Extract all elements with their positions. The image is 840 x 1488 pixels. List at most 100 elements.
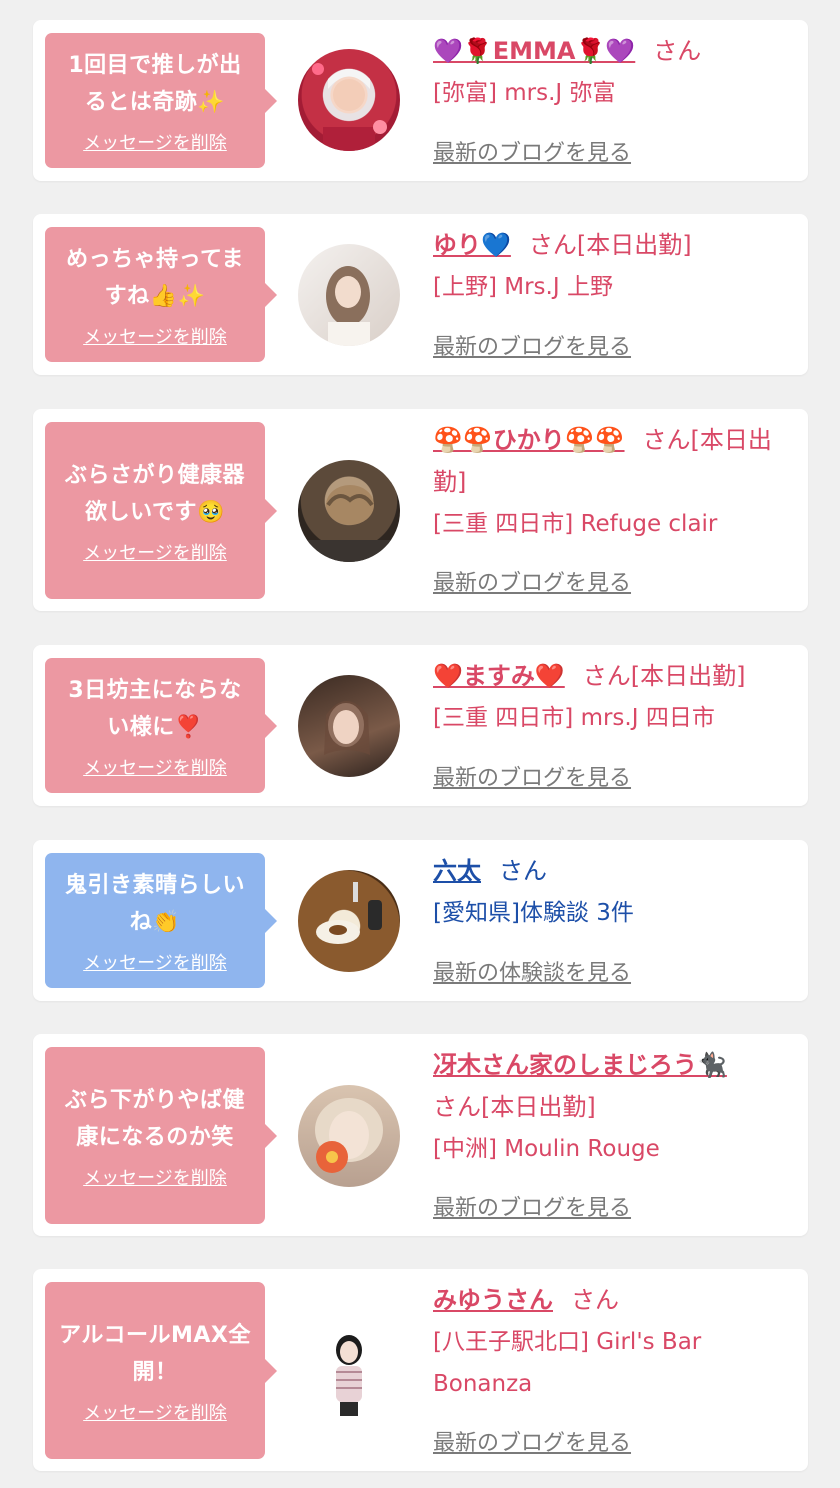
user-info: ❤️ますみ❤️ さん[本日出勤] [三重 四日市] mrs.J 四日市 最新のブロ… [433,655,793,791]
user-name-link[interactable]: ゆり💙 [433,231,511,259]
name-line: 冴木さん家のしまじろう🐈‍⬛ さん[本日出勤] [433,1044,793,1128]
delete-message-link[interactable]: メッセージを削除 [83,754,227,780]
shop-name: [三重 四日市] Refuge clair [433,511,718,537]
latest-blog-link[interactable]: 最新のブログを見る [433,1425,631,1457]
latest-blog-link[interactable]: 最新のブログを見る [433,135,631,167]
message-line: 鬼引き素晴らしい [64,872,245,898]
message-card: めっちゃ持ってま すね👍✨ メッセージを削除 ゆり💙 さん[本日出勤] [上野] … [33,214,808,375]
avatar-photo [324,701,370,755]
honorific: さん [499,857,547,885]
message-text: アルコールMAX全 開！ [59,1317,251,1391]
message-line: ね👏 [129,909,181,935]
user-name-link[interactable]: みゆうさん [433,1286,553,1314]
message-line: ぶらさがり健康器 [64,462,245,488]
user-name-link[interactable]: 冴木さん家のしまじろう🐈‍⬛ [433,1051,727,1079]
avatar-photo [315,1098,383,1173]
message-bubble: 3日坊主にならな い様に❣️ メッセージを削除 [45,658,277,793]
latest-blog-link[interactable]: 最新のブログを見る [433,760,631,792]
honorific: さん [528,231,577,259]
user-info: 🍄🍄ひかり🍄🍄 さん[本日出勤] [三重 四日市] Refuge clair 最新… [433,419,793,596]
user-name-link[interactable]: ❤️ますみ❤️ [433,662,565,690]
delete-message-link[interactable]: メッセージを削除 [83,1164,227,1190]
user-name-link[interactable]: 🍄🍄ひかり🍄🍄 [433,426,625,454]
message-line: ぶら下がりやば健 [64,1087,245,1113]
message-text: 1回目で推しが出 るとは奇跡✨ [68,47,241,121]
message-card: 3日坊主にならな い様に❣️ メッセージを削除 ❤️ますみ❤️ さん[本日出勤] … [33,645,808,806]
message-text: めっちゃ持ってま すね👍✨ [66,241,244,315]
delete-message-link[interactable]: メッセージを削除 [83,1399,227,1425]
avatar[interactable] [298,1320,400,1422]
status-text: [本日出勤] [630,662,746,690]
avatar[interactable] [298,1085,400,1187]
latest-review-link[interactable]: 最新の体験談を見る [433,955,631,987]
avatar[interactable] [298,675,400,777]
avatar-photo [312,63,387,151]
delete-message-link[interactable]: メッセージを削除 [83,323,227,349]
message-card: ぶら下がりやば健 康になるのか笑 メッセージを削除 冴木さん家のしまじろう🐈‍⬛… [33,1034,808,1236]
message-bubble: めっちゃ持ってま すね👍✨ メッセージを削除 [45,227,277,362]
message-line: るとは奇跡✨ [84,89,226,115]
message-card: 1回目で推しが出 るとは奇跡✨ メッセージを削除 💜🌹EMMA🌹💜 さん [弥富]… [33,20,808,181]
honorific: さん [433,1093,481,1121]
user-name-link[interactable]: 💜🌹EMMA🌹💜 [433,37,635,65]
avatar[interactable] [298,49,400,151]
message-line: 欲しいです🥹 [85,499,225,525]
message-bubble: 鬼引き素晴らしい ね👏 メッセージを削除 [45,853,277,988]
user-info: 六太 さん [愛知県]体験談 3件 最新の体験談を見る [433,850,793,986]
message-text: 3日坊主にならな い様に❣️ [68,672,241,746]
message-list: 1回目で推しが出 るとは奇跡✨ メッセージを削除 💜🌹EMMA🌹💜 さん [弥富]… [0,0,840,1488]
avatar[interactable] [298,460,400,562]
avatar-photo [336,1335,362,1416]
name-line: ゆり💙 さん[本日出勤] [433,224,793,266]
user-info: みゆうさん さん [八王子駅北口] Girl's Bar Bonanza 最新のブ… [433,1279,793,1456]
message-line: めっちゃ持ってま [66,246,244,272]
status-text: [本日出勤] [481,1093,596,1121]
honorific: さん [571,1286,619,1314]
message-line: 1回目で推しが出 [68,52,242,78]
honorific: さん [653,37,702,65]
message-text: ぶら下がりやば健 康になるのか笑 [65,1082,245,1156]
message-line: い様に❣️ [107,714,203,740]
name-line: 六太 さん [433,850,793,892]
shop-name: [三重 四日市] mrs.J 四日市 [433,705,715,731]
name-line: みゆうさん さん [433,1279,793,1321]
avatar-photo [316,882,382,944]
shop-name: [中洲] Moulin Rouge [433,1136,660,1162]
status-text: [本日出勤] [576,231,692,259]
delete-message-link[interactable]: メッセージを削除 [83,539,227,565]
message-line: すね👍✨ [104,283,206,309]
shop-name: [愛知県]体験談 3件 [433,900,634,926]
user-info: 💜🌹EMMA🌹💜 さん [弥富] mrs.J 弥富 最新のブログを見る [433,30,793,166]
message-line: 康になるのか笑 [76,1124,234,1150]
user-info: 冴木さん家のしまじろう🐈‍⬛ さん[本日出勤] [中洲] Moulin Rouge… [433,1044,793,1221]
message-card: ぶらさがり健康器 欲しいです🥹 メッセージを削除 🍄🍄ひかり🍄🍄 さん[本日出勤]… [33,409,808,611]
message-bubble: 1回目で推しが出 るとは奇跡✨ メッセージを削除 [45,33,277,168]
avatar-photo [326,266,370,346]
user-name-link[interactable]: 六太 [433,857,481,885]
message-text: 鬼引き素晴らしい ね👏 [65,867,245,941]
avatar-photo [298,485,400,562]
message-line: アルコールMAX全 [59,1322,251,1348]
delete-message-link[interactable]: メッセージを削除 [83,129,227,155]
latest-blog-link[interactable]: 最新のブログを見る [433,565,631,597]
message-line: 3日坊主にならな [68,677,242,703]
latest-blog-link[interactable]: 最新のブログを見る [433,1190,631,1222]
name-line: ❤️ますみ❤️ さん[本日出勤] [433,655,793,697]
user-info: ゆり💙 さん[本日出勤] [上野] Mrs.J 上野 最新のブログを見る [433,224,793,360]
delete-message-link[interactable]: メッセージを削除 [83,949,227,975]
name-line: 💜🌹EMMA🌹💜 さん [433,30,793,72]
message-bubble: ぶらさがり健康器 欲しいです🥹 メッセージを削除 [45,422,277,599]
message-line: 開！ [132,1359,178,1385]
shop-name: [八王子駅北口] Girl's Bar Bonanza [433,1329,702,1397]
message-card: アルコールMAX全 開！ メッセージを削除 みゆうさん さん [八王子駅北口] G… [33,1269,808,1471]
shop-name: [上野] Mrs.J 上野 [433,274,613,300]
avatar[interactable] [298,870,400,972]
message-bubble: ぶら下がりやば健 康になるのか笑 メッセージを削除 [45,1047,277,1224]
honorific: さん [642,426,691,454]
latest-blog-link[interactable]: 最新のブログを見る [433,329,631,361]
message-text: ぶらさがり健康器 欲しいです🥹 [65,457,245,531]
name-line: 🍄🍄ひかり🍄🍄 さん[本日出勤] [433,419,793,503]
avatar[interactable] [298,244,400,346]
honorific: さん [582,662,631,690]
message-bubble: アルコールMAX全 開！ メッセージを削除 [45,1282,277,1459]
